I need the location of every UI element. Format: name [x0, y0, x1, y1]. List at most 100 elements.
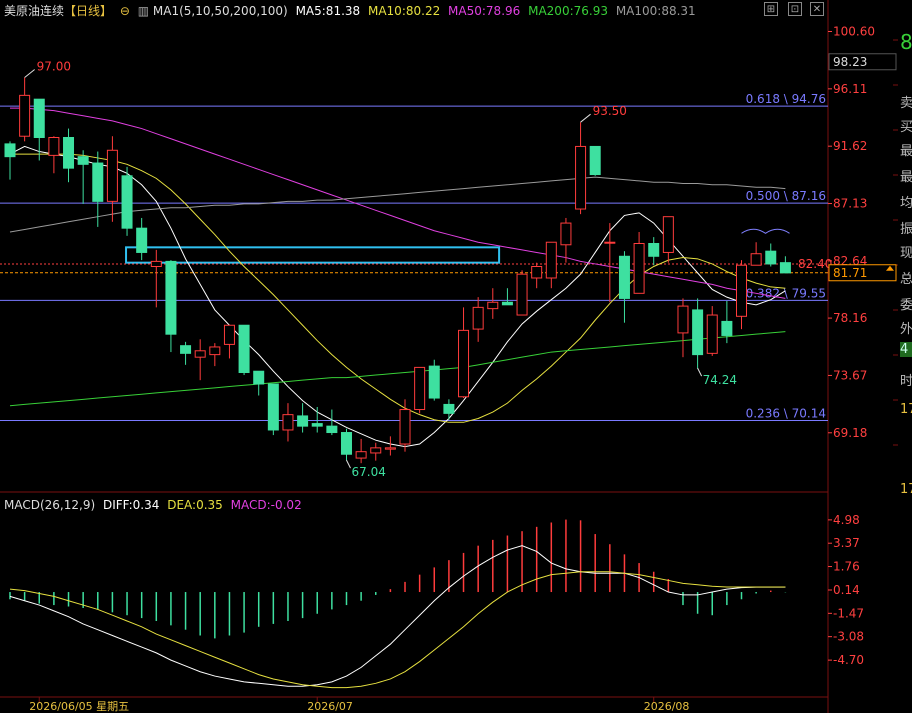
candle	[648, 237, 660, 266]
candle-body	[779, 262, 791, 274]
candle-body	[692, 309, 704, 356]
candle-body	[531, 265, 543, 279]
hand-drawn-arcs	[741, 228, 790, 234]
candle-body	[194, 350, 206, 358]
sidebar-char: 8	[900, 30, 912, 54]
time-axis-label: 2026/06/05 星期五	[29, 700, 129, 713]
candle-body	[340, 432, 352, 455]
candle	[531, 262, 543, 289]
macd-axis-label: 4.98	[833, 513, 860, 527]
zone-rectangle	[125, 246, 501, 264]
settings-icon[interactable]: ⊖	[120, 4, 130, 18]
ma-line-ma200	[9, 331, 786, 407]
candle	[736, 260, 747, 330]
candle-body	[589, 145, 601, 176]
candle	[706, 306, 718, 356]
sidebar-char: 4	[900, 342, 912, 357]
candle-body	[180, 345, 192, 354]
candle	[443, 399, 455, 420]
macd-params[interactable]: MACD(26,12,9)	[4, 498, 95, 512]
zoom-icon[interactable]: ⊡	[788, 2, 802, 16]
candle-body	[238, 324, 250, 374]
annotation-pointer	[697, 367, 703, 377]
sidebar-char: 振	[900, 222, 912, 237]
sidebar-char: 时	[900, 374, 912, 389]
candle	[180, 341, 192, 365]
close-icon[interactable]: ✕	[810, 2, 824, 16]
extreme-label: 74.24	[703, 373, 737, 387]
candle	[677, 298, 689, 358]
candle-body	[414, 366, 426, 411]
candle	[765, 243, 777, 267]
macd-dea: DEA:0.35	[167, 498, 223, 512]
candle-body	[63, 137, 75, 169]
candle	[33, 98, 45, 161]
sidebar-char: 17	[900, 402, 912, 417]
candle-body	[48, 137, 60, 156]
candle-body	[223, 324, 235, 345]
price-axis-label: 78.16	[833, 311, 867, 325]
candle	[633, 232, 645, 294]
candle-body	[487, 301, 499, 310]
candle	[238, 324, 250, 376]
candle	[589, 145, 601, 176]
candle-body	[370, 447, 382, 454]
candle-body	[443, 403, 455, 414]
candle	[472, 297, 484, 342]
candle-body	[106, 149, 118, 202]
ma-icon[interactable]: ▥	[138, 4, 149, 18]
candle	[121, 166, 133, 236]
sidebar-char: 现	[900, 246, 912, 261]
candle-body	[150, 260, 162, 267]
sidebar-char: 均	[900, 196, 912, 211]
candle-body	[4, 143, 16, 158]
candle	[575, 122, 587, 215]
ma100-value: MA100:88.31	[615, 4, 696, 18]
candle-body	[121, 175, 133, 229]
candle	[692, 298, 704, 369]
candle	[370, 442, 382, 461]
candle	[77, 150, 89, 204]
annotation-pointer	[346, 459, 351, 469]
current-price-label: 81.71	[833, 266, 867, 280]
fib-label: 0.500 \ 87.16	[746, 189, 826, 203]
candle-body	[165, 260, 177, 335]
time-axis-label: 2026/08	[644, 700, 690, 713]
macd-value: MACD:-0.02	[230, 498, 302, 512]
ma-params: MA1(5,10,50,200,100)	[152, 4, 288, 18]
symbol-name[interactable]: 美原油连续	[4, 4, 64, 18]
ma5-value: MA5:81.38	[295, 4, 361, 18]
sidebar-char: 最	[900, 170, 912, 185]
candle-body	[633, 243, 645, 294]
candle	[662, 216, 674, 263]
period-label[interactable]: 【日线】	[64, 4, 112, 18]
candle-body	[545, 241, 557, 279]
candle	[618, 251, 630, 323]
candle	[223, 324, 235, 359]
sidebar-char: 卖	[900, 96, 912, 111]
ma200-value: MA200:76.93	[528, 4, 608, 18]
crosshair-price-label: 98.23	[833, 55, 867, 69]
extreme-label: 93.50	[593, 104, 627, 118]
candle-body	[618, 255, 630, 299]
candle	[63, 128, 75, 183]
macd-axis-label: 1.76	[833, 560, 860, 574]
layout-icon[interactable]: ⊞	[764, 2, 778, 16]
candle	[516, 270, 528, 316]
candle-body	[677, 305, 689, 334]
candle-body	[750, 253, 762, 266]
macd-axis-label: -4.70	[833, 653, 864, 667]
candle	[19, 77, 31, 142]
candle-body	[33, 98, 45, 138]
price-axis-label: 91.62	[833, 139, 867, 153]
price-axis-label: 100.60	[833, 24, 875, 38]
price-axis-label: 96.11	[833, 82, 867, 96]
candle-body	[472, 306, 484, 330]
macd-diff: DIFF:0.34	[102, 498, 160, 512]
candle-body	[136, 227, 148, 253]
sidebar-char: 买	[900, 120, 912, 135]
candle-body	[399, 409, 411, 445]
candle	[560, 217, 572, 263]
sidebar-char: 最	[900, 144, 912, 159]
macd-axis-label: -3.08	[833, 630, 864, 644]
